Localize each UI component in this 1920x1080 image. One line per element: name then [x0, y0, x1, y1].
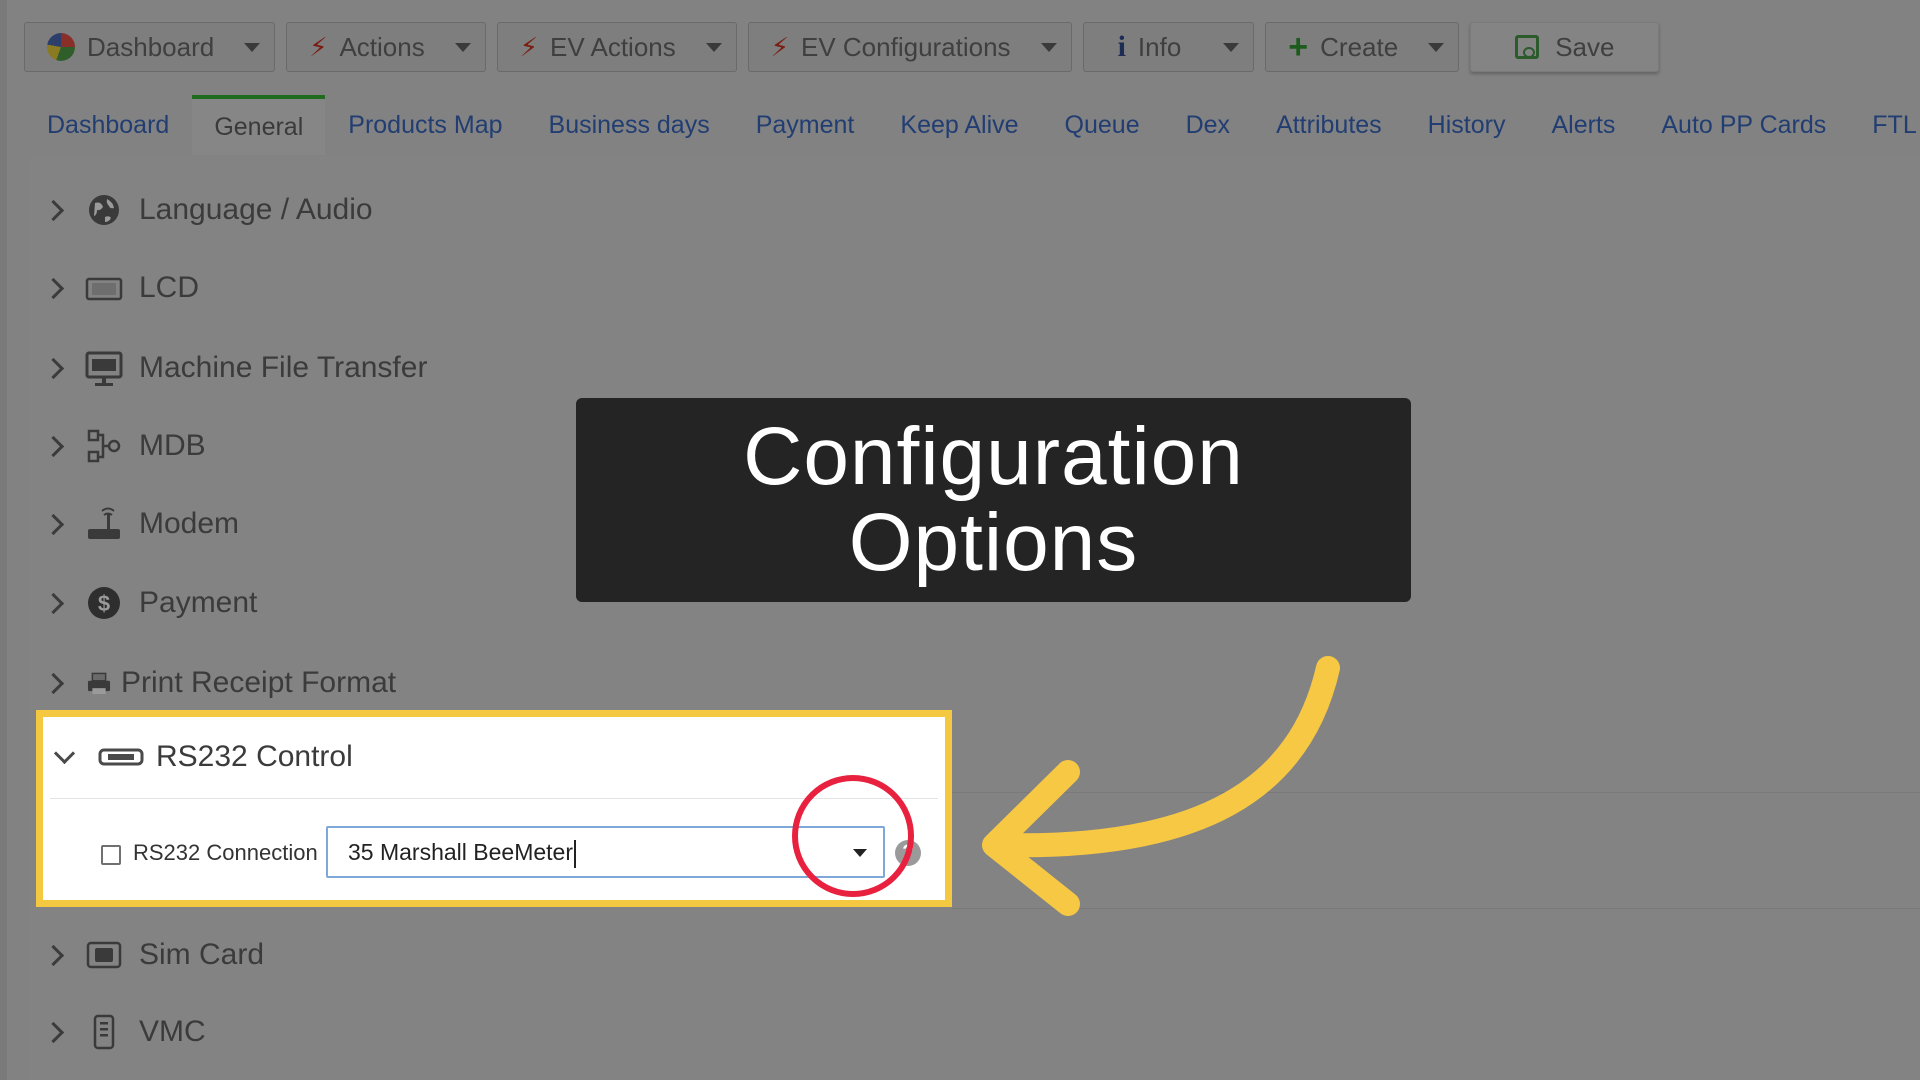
- printer-icon: [85, 664, 113, 702]
- divider: [952, 908, 1920, 909]
- tab-attributes[interactable]: Attributes: [1253, 94, 1405, 156]
- ev-configurations-menu-label: EV Configurations: [801, 31, 1011, 62]
- save-button[interactable]: Save: [1470, 22, 1660, 72]
- tree-item-label: LCD: [139, 271, 200, 304]
- tree-item-machine-file-transfer[interactable]: Machine File Transfer: [42, 338, 428, 398]
- dashboard-menu-label: Dashboard: [87, 31, 215, 62]
- plus-icon: +: [1288, 28, 1309, 66]
- tab-dashboard[interactable]: Dashboard: [24, 94, 192, 156]
- create-menu-button[interactable]: + Create: [1265, 22, 1460, 72]
- lcd-icon: [85, 269, 123, 307]
- tab-keep-alive[interactable]: Keep Alive: [877, 94, 1041, 156]
- toolbar: Dashboard ⚡︎ Actions ⚡︎ EV Actions ⚡︎ EV…: [24, 22, 1660, 72]
- tree-item-print-receipt-format[interactable]: Print Receipt Format: [42, 653, 397, 713]
- tab-alerts[interactable]: Alerts: [1528, 94, 1638, 156]
- info-menu-label: Info: [1137, 31, 1182, 62]
- tree-item-label: RS232 Control: [156, 740, 353, 773]
- tree-item-label: MDB: [139, 429, 206, 462]
- bolt-icon: ⚡︎: [519, 31, 538, 62]
- actions-menu-label: Actions: [339, 31, 425, 62]
- tree-item-rs232-control[interactable]: RS232 Control: [53, 731, 353, 783]
- sim-card-icon: [85, 936, 123, 974]
- caret-down-icon: [1223, 42, 1240, 52]
- window-edge: [0, 0, 7, 1080]
- tree-item-modem[interactable]: Modem: [42, 494, 240, 554]
- pie-chart-icon: [47, 33, 75, 61]
- tree-item-payment[interactable]: $ Payment: [42, 573, 258, 633]
- tab-products-map[interactable]: Products Map: [325, 94, 525, 156]
- create-menu-label: Create: [1320, 31, 1399, 62]
- tree-item-sim-card[interactable]: Sim Card: [42, 925, 265, 985]
- tree-item-lcd[interactable]: LCD: [42, 258, 200, 318]
- ev-configurations-menu-button[interactable]: ⚡︎ EV Configurations: [747, 22, 1072, 72]
- caret-down-icon: [244, 42, 261, 52]
- tab-ftl[interactable]: FTL: [1849, 94, 1920, 156]
- ev-actions-menu-label: EV Actions: [550, 31, 676, 62]
- info-menu-button[interactable]: i Info: [1082, 22, 1255, 72]
- tab-payment[interactable]: Payment: [733, 94, 878, 156]
- general-settings-panel: [30, 156, 1920, 1080]
- dropdown-value-text: 35 Marshall BeeMeter: [348, 839, 573, 865]
- tree-item-label: Print Receipt Format: [121, 666, 397, 699]
- emphasis-circle: [792, 775, 914, 897]
- tree-item-label: Sim Card: [139, 938, 265, 971]
- overlay-title-line2: Options: [848, 497, 1139, 588]
- tab-bar: Dashboard General Products Map Business …: [24, 94, 1920, 156]
- tab-auto-pp-cards[interactable]: Auto PP Cards: [1638, 94, 1849, 156]
- ftp-icon: [85, 349, 123, 387]
- save-disk-icon: [1515, 35, 1540, 59]
- tab-business-days[interactable]: Business days: [526, 94, 733, 156]
- tab-history[interactable]: History: [1405, 94, 1529, 156]
- actions-menu-button[interactable]: ⚡︎ Actions: [286, 22, 486, 72]
- globe-icon: [85, 191, 123, 229]
- tree-item-label: VMC: [139, 1015, 206, 1048]
- tree-item-label: Modem: [139, 507, 240, 540]
- bolt-icon: ⚡︎: [770, 31, 789, 62]
- save-label: Save: [1555, 31, 1615, 62]
- dollar-icon: $: [85, 584, 123, 622]
- tab-general[interactable]: General: [192, 95, 326, 155]
- mdb-icon: [85, 427, 123, 465]
- tree-item-label: Payment: [139, 586, 258, 619]
- tab-dex[interactable]: Dex: [1163, 94, 1253, 156]
- divider: [952, 792, 1920, 793]
- bolt-icon: ⚡︎: [309, 31, 328, 62]
- rs232-connection-checkbox[interactable]: [101, 845, 121, 865]
- ev-actions-menu-button[interactable]: ⚡︎ EV Actions: [496, 22, 737, 72]
- tab-queue[interactable]: Queue: [1042, 94, 1163, 156]
- caret-down-icon: [705, 42, 722, 52]
- overlay-banner: Configuration Options: [576, 398, 1411, 602]
- rs232-connection-value: 35 Marshall BeeMeter: [348, 839, 576, 868]
- tree-item-label: Language / Audio: [139, 193, 373, 226]
- overlay-title-line1: Configuration: [743, 411, 1244, 502]
- caret-down-icon: [1428, 42, 1445, 52]
- info-icon: i: [1117, 30, 1126, 63]
- tree-item-label: Machine File Transfer: [139, 351, 428, 384]
- modem-icon: [85, 505, 123, 543]
- dashboard-menu-button[interactable]: Dashboard: [24, 22, 276, 72]
- chevron-down-icon: [53, 742, 76, 764]
- tree-item-language-audio[interactable]: Language / Audio: [42, 180, 373, 240]
- vmc-icon: [85, 1013, 123, 1051]
- caret-down-icon: [1040, 42, 1057, 52]
- caret-down-icon: [454, 42, 471, 52]
- tree-item-mdb[interactable]: MDB: [42, 416, 206, 476]
- rs232-connection-label: RS232 Connection: [133, 840, 318, 865]
- text-cursor: [574, 839, 576, 868]
- tree-item-vmc[interactable]: VMC: [42, 1002, 206, 1062]
- serial-port-icon: [98, 738, 144, 776]
- svg-text:$: $: [98, 591, 110, 616]
